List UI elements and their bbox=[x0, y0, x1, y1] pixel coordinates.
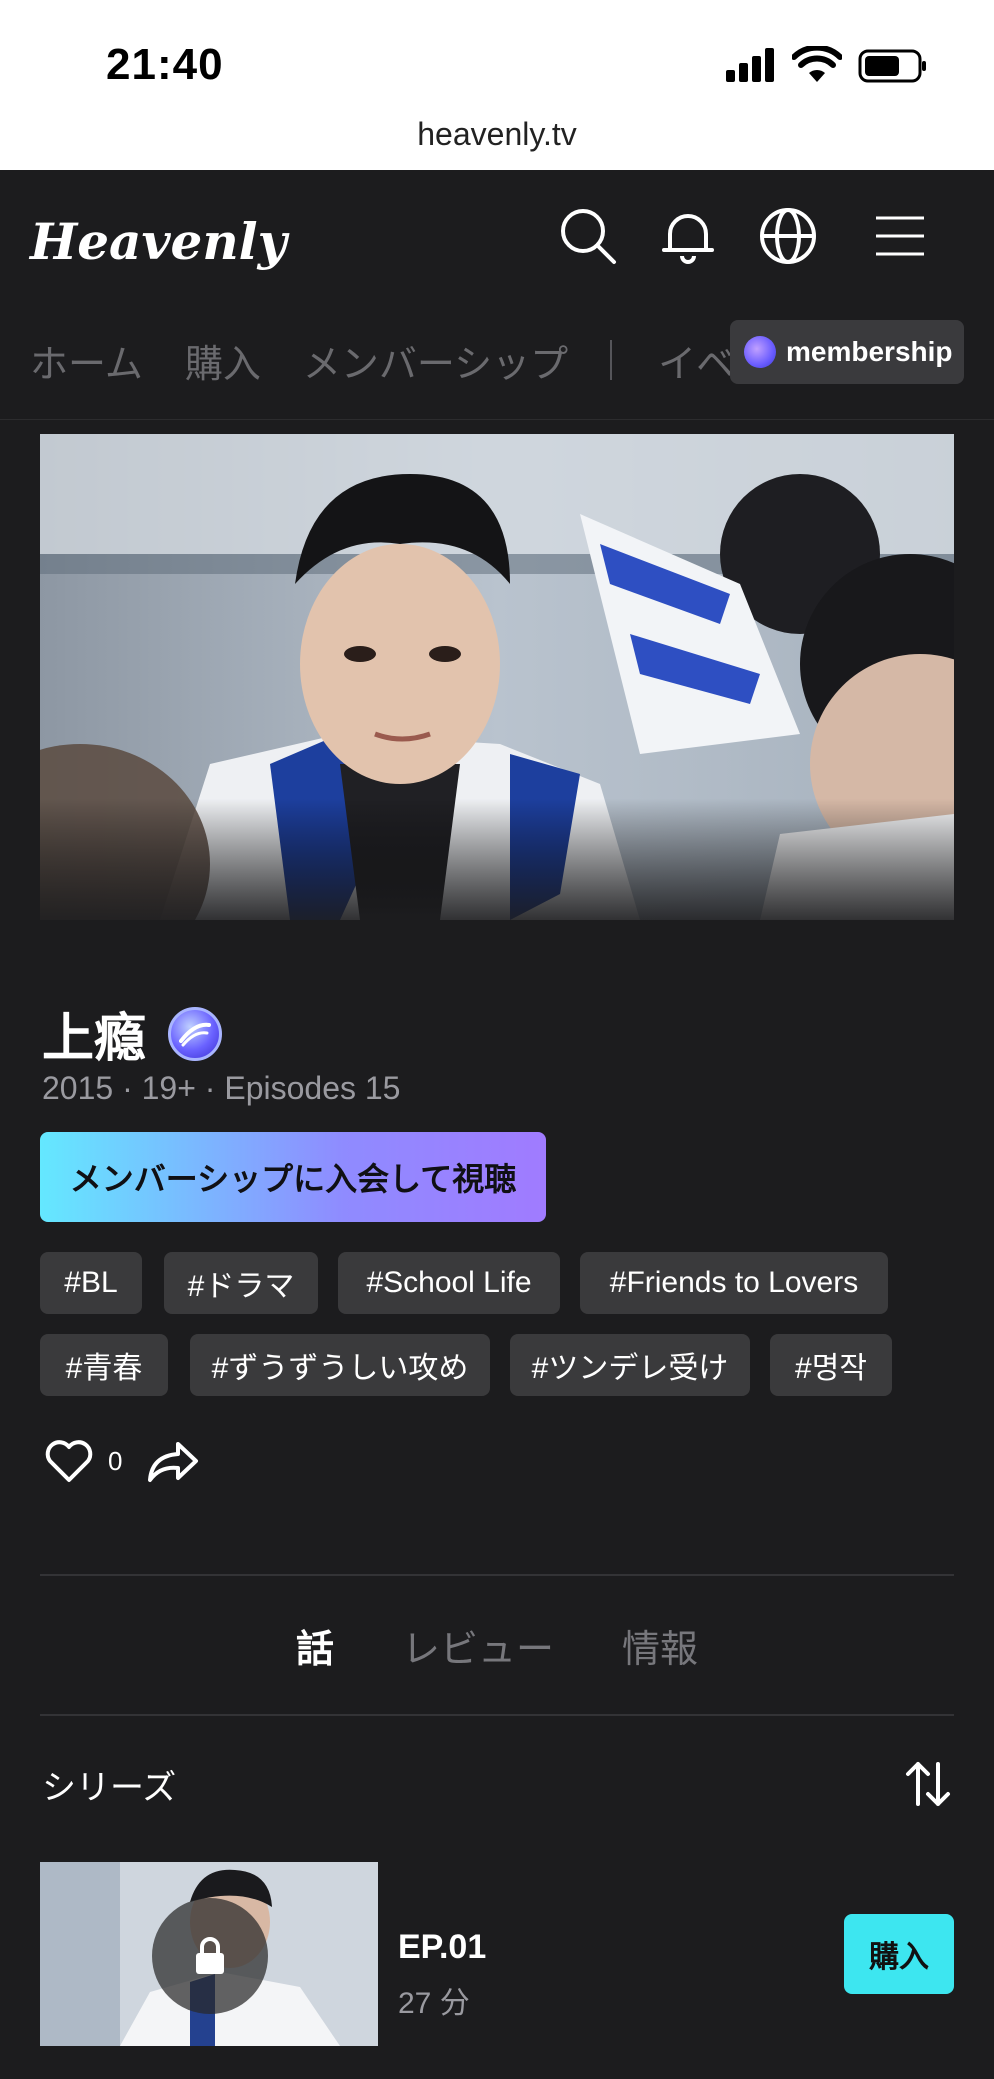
site-header: Heavenly ホーム 購入 メンバーシップ イベント membership bbox=[0, 170, 994, 420]
search-icon[interactable] bbox=[556, 204, 620, 268]
tag-chip[interactable]: #ツンデレ受け bbox=[510, 1334, 750, 1396]
globe-icon[interactable] bbox=[756, 204, 820, 268]
nav-divider bbox=[610, 340, 613, 380]
show-meta: 2015 · 19+ · Episodes 15 bbox=[42, 1070, 401, 1106]
membership-pill-label: membership bbox=[786, 336, 953, 367]
sort-icon[interactable] bbox=[900, 1756, 956, 1812]
episode-duration: 27 分 bbox=[398, 1987, 470, 2020]
heart-icon[interactable] bbox=[44, 1438, 94, 1484]
wifi-icon bbox=[792, 46, 842, 82]
content-tabs: 話 レビュー 情報 bbox=[0, 1618, 994, 1673]
tag-chip[interactable]: #青春 bbox=[40, 1334, 168, 1396]
bell-icon[interactable] bbox=[656, 204, 720, 268]
show-actions: 0 bbox=[44, 1436, 200, 1486]
main-nav: ホーム 購入 メンバーシップ イベント bbox=[30, 330, 852, 390]
tab-info[interactable]: 情報 bbox=[622, 1618, 698, 1673]
status-time: 21:40 bbox=[106, 40, 224, 89]
tag-chip[interactable]: #School Life bbox=[338, 1252, 560, 1314]
tag-chip[interactable]: #Friends to Lovers bbox=[580, 1252, 888, 1314]
membership-badge-icon bbox=[168, 1006, 223, 1061]
nav-item-purchase[interactable]: 購入 bbox=[185, 333, 261, 388]
join-membership-button[interactable]: メンバーシップに入会して視聴 bbox=[40, 1132, 546, 1222]
site-logo[interactable]: Heavenly bbox=[30, 212, 287, 271]
tag-chip[interactable]: #명작 bbox=[770, 1334, 892, 1396]
nav-item-home[interactable]: ホーム bbox=[30, 333, 143, 388]
nav-item-membership[interactable]: メンバーシップ bbox=[303, 333, 568, 388]
episode-title: EP.01 bbox=[398, 1928, 487, 1966]
section-divider bbox=[40, 1714, 954, 1716]
show-title: 上瘾 bbox=[42, 1010, 147, 1068]
menu-icon[interactable] bbox=[868, 204, 932, 268]
tab-reviews[interactable]: レビュー bbox=[402, 1618, 554, 1673]
battery-icon bbox=[858, 49, 926, 83]
url-bar[interactable]: heavenly.tv bbox=[0, 116, 994, 153]
membership-pill[interactable]: membership bbox=[730, 320, 964, 384]
locked-overlay bbox=[152, 1898, 268, 2014]
tab-episodes[interactable]: 話 bbox=[296, 1618, 334, 1673]
buy-episode-button[interactable]: 購入 bbox=[844, 1914, 954, 1994]
tag-chip[interactable]: #BL bbox=[40, 1252, 142, 1314]
hero-image bbox=[40, 434, 954, 920]
section-divider bbox=[40, 1574, 954, 1576]
membership-orb-icon bbox=[744, 336, 776, 368]
tag-chip[interactable]: #ドラマ bbox=[164, 1252, 318, 1314]
like-count: 0 bbox=[108, 1445, 123, 1476]
tag-chip[interactable]: #ずうずうしい攻め bbox=[190, 1334, 490, 1396]
show-title-row: 上瘾 bbox=[42, 996, 223, 1071]
cellular-signal-icon bbox=[726, 48, 774, 82]
status-bar: 21:40 heavenly.tv bbox=[0, 0, 994, 170]
share-icon[interactable] bbox=[144, 1436, 200, 1486]
series-heading: シリーズ bbox=[42, 1769, 177, 1807]
lock-icon bbox=[196, 1937, 224, 1974]
